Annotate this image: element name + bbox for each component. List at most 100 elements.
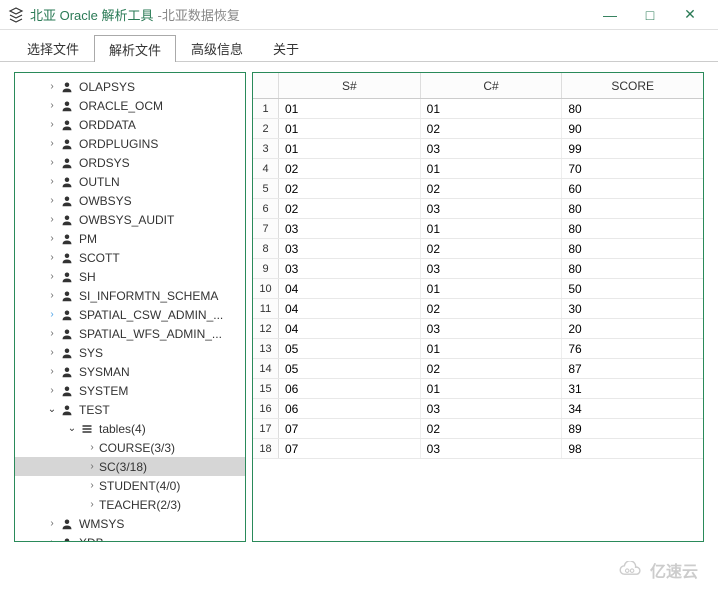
table-cell[interactable]: 04	[279, 279, 421, 298]
tree-item-sys[interactable]: ›SYS	[15, 343, 245, 362]
tree-item-siinformtnschema[interactable]: ›SI_INFORMTN_SCHEMA	[15, 286, 245, 305]
table-cell[interactable]: 02	[279, 159, 421, 178]
tree-item-tables4[interactable]: ⌄tables(4)	[15, 419, 245, 438]
chevron-icon[interactable]: ›	[45, 518, 59, 529]
table-cell[interactable]: 02	[421, 179, 563, 198]
table-row[interactable]: 18070398	[253, 439, 703, 459]
tree-item-owbsys[interactable]: ›OWBSYS	[15, 191, 245, 210]
tree-item-sc318[interactable]: ›SC(3/18)	[15, 457, 245, 476]
tab-3[interactable]: 关于	[258, 34, 314, 61]
chevron-icon[interactable]: ›	[45, 271, 59, 282]
table-cell[interactable]: 02	[421, 239, 563, 258]
chevron-icon[interactable]: ›	[45, 366, 59, 377]
chevron-icon[interactable]: ›	[45, 157, 59, 168]
chevron-icon[interactable]: ›	[45, 347, 59, 358]
table-row[interactable]: 4020170	[253, 159, 703, 179]
table-cell[interactable]: 50	[562, 279, 703, 298]
chevron-icon[interactable]: ›	[45, 214, 59, 225]
tree-item-spatialwfsadmin[interactable]: ›SPATIAL_WFS_ADMIN_...	[15, 324, 245, 343]
chevron-icon[interactable]: ›	[45, 309, 59, 320]
table-cell[interactable]: 03	[421, 199, 563, 218]
table-cell[interactable]: 03	[421, 319, 563, 338]
tree-item-spatialcswadmin[interactable]: ›SPATIAL_CSW_ADMIN_...	[15, 305, 245, 324]
table-cell[interactable]: 01	[279, 99, 421, 118]
table-cell[interactable]: 03	[279, 219, 421, 238]
chevron-icon[interactable]: ›	[45, 385, 59, 396]
maximize-button[interactable]: □	[630, 1, 670, 29]
table-cell[interactable]: 02	[421, 419, 563, 438]
chevron-icon[interactable]: ›	[45, 328, 59, 339]
table-cell[interactable]: 01	[421, 99, 563, 118]
table-cell[interactable]: 02	[421, 119, 563, 138]
chevron-icon[interactable]: ⌄	[65, 423, 79, 434]
table-cell[interactable]: 80	[562, 239, 703, 258]
table-cell[interactable]: 03	[279, 239, 421, 258]
table-row[interactable]: 16060334	[253, 399, 703, 419]
table-cell[interactable]: 30	[562, 299, 703, 318]
tree-item-system[interactable]: ›SYSTEM	[15, 381, 245, 400]
table-cell[interactable]: 07	[279, 419, 421, 438]
table-cell[interactable]: 02	[279, 179, 421, 198]
table-cell[interactable]: 01	[421, 339, 563, 358]
table-cell[interactable]: 80	[562, 99, 703, 118]
table-cell[interactable]: 20	[562, 319, 703, 338]
tab-0[interactable]: 选择文件	[12, 34, 94, 61]
table-cell[interactable]: 99	[562, 139, 703, 158]
table-cell[interactable]: 01	[421, 279, 563, 298]
table-cell[interactable]: 01	[421, 219, 563, 238]
table-cell[interactable]: 02	[421, 299, 563, 318]
table-cell[interactable]: 89	[562, 419, 703, 438]
table-row[interactable]: 17070289	[253, 419, 703, 439]
table-row[interactable]: 5020260	[253, 179, 703, 199]
tree-item-ordsys[interactable]: ›ORDSYS	[15, 153, 245, 172]
chevron-icon[interactable]: ›	[85, 499, 99, 510]
chevron-icon[interactable]: ›	[45, 176, 59, 187]
tab-1[interactable]: 解析文件	[94, 35, 176, 62]
tree-item-ordplugins[interactable]: ›ORDPLUGINS	[15, 134, 245, 153]
table-cell[interactable]: 03	[279, 259, 421, 278]
tree-item-student40[interactable]: ›STUDENT(4/0)	[15, 476, 245, 495]
table-row[interactable]: 13050176	[253, 339, 703, 359]
chevron-icon[interactable]: ›	[45, 252, 59, 263]
tab-2[interactable]: 高级信息	[176, 34, 258, 61]
chevron-icon[interactable]: ›	[45, 100, 59, 111]
table-cell[interactable]: 02	[421, 359, 563, 378]
table-cell[interactable]: 01	[421, 379, 563, 398]
table-cell[interactable]: 03	[421, 439, 563, 458]
table-cell[interactable]: 06	[279, 379, 421, 398]
tree-item-owbsysaudit[interactable]: ›OWBSYS_AUDIT	[15, 210, 245, 229]
table-cell[interactable]: 04	[279, 299, 421, 318]
table-cell[interactable]: 03	[421, 259, 563, 278]
table-cell[interactable]: 04	[279, 319, 421, 338]
tree-item-olapsys[interactable]: ›OLAPSYS	[15, 77, 245, 96]
table-cell[interactable]: 03	[421, 139, 563, 158]
column-header[interactable]: C#	[421, 73, 563, 98]
table-cell[interactable]: 03	[421, 399, 563, 418]
table-cell[interactable]: 05	[279, 339, 421, 358]
table-row[interactable]: 2010290	[253, 119, 703, 139]
chevron-icon[interactable]: ›	[45, 195, 59, 206]
table-cell[interactable]: 80	[562, 259, 703, 278]
chevron-icon[interactable]: ›	[45, 290, 59, 301]
table-cell[interactable]: 07	[279, 439, 421, 458]
table-cell[interactable]: 34	[562, 399, 703, 418]
tree-item-sh[interactable]: ›SH	[15, 267, 245, 286]
chevron-icon[interactable]: ›	[45, 119, 59, 130]
table-cell[interactable]: 87	[562, 359, 703, 378]
column-header[interactable]: SCORE	[562, 73, 703, 98]
table-row[interactable]: 10040150	[253, 279, 703, 299]
tree-item-course33[interactable]: ›COURSE(3/3)	[15, 438, 245, 457]
table-cell[interactable]: 06	[279, 399, 421, 418]
tree-item-sysman[interactable]: ›SYSMAN	[15, 362, 245, 381]
column-header[interactable]: S#	[279, 73, 421, 98]
table-cell[interactable]: 01	[279, 119, 421, 138]
table-cell[interactable]: 90	[562, 119, 703, 138]
table-cell[interactable]: 76	[562, 339, 703, 358]
chevron-icon[interactable]: ›	[45, 233, 59, 244]
close-button[interactable]: ✕	[670, 1, 710, 29]
table-cell[interactable]: 70	[562, 159, 703, 178]
tree-item-xdb[interactable]: ›XDB	[15, 533, 245, 542]
chevron-icon[interactable]: ›	[45, 138, 59, 149]
table-row[interactable]: 1010180	[253, 99, 703, 119]
tree-item-test[interactable]: ⌄TEST	[15, 400, 245, 419]
